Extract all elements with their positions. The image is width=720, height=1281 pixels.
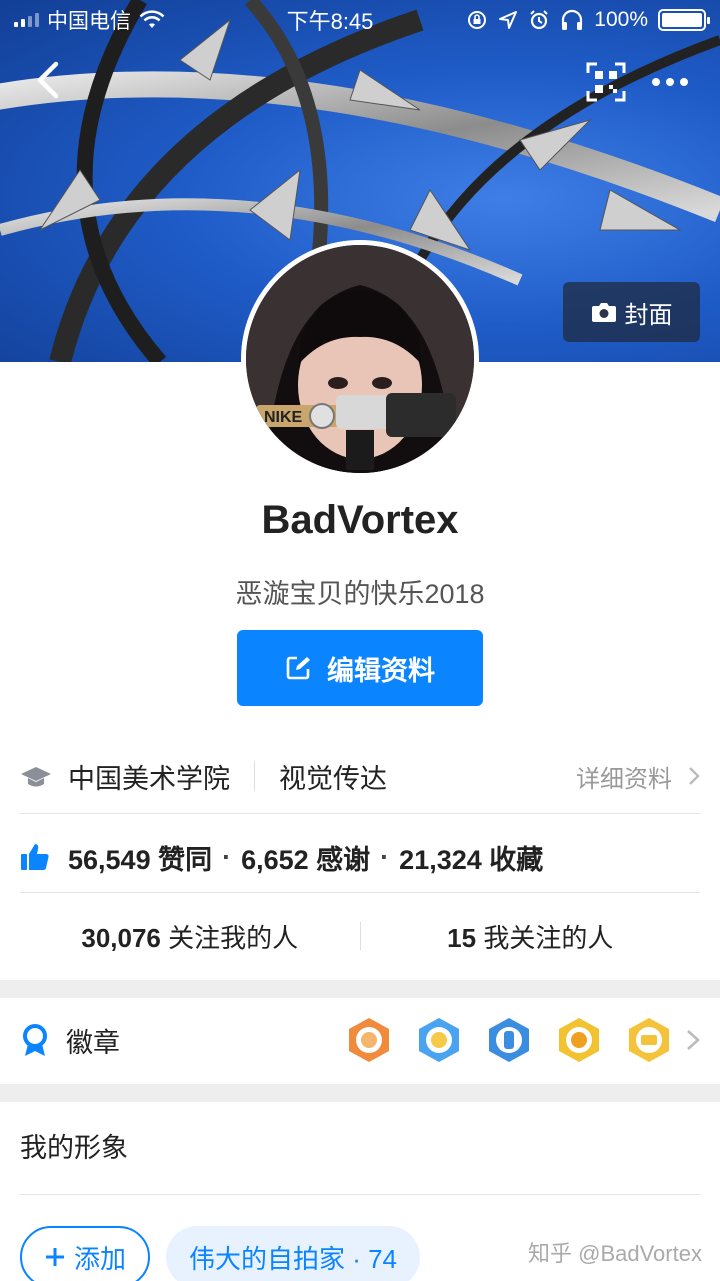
detail-link[interactable]: 详细资料 [576, 759, 700, 794]
section-gap [0, 1084, 720, 1102]
followers-link[interactable]: 30,076 关注我的人 [20, 918, 360, 955]
badge-icon[interactable] [346, 1017, 392, 1063]
avatar[interactable]: NIKE [241, 240, 479, 478]
graduation-cap-icon [21, 767, 51, 787]
badge-icon[interactable] [626, 1017, 672, 1063]
divider [20, 892, 700, 893]
edit-icon [286, 656, 310, 680]
change-cover-label: 封面 [624, 301, 673, 329]
carrier-label: 中国电信 [47, 10, 131, 33]
section-gap [0, 980, 720, 998]
divider [20, 1194, 700, 1195]
badge-icon[interactable] [556, 1017, 602, 1063]
follow-row: 30,076 关注我的人 15 我关注的人 [20, 898, 700, 974]
separator-dot: · [222, 841, 232, 872]
signal-icon [14, 13, 39, 27]
clock: 下午8:45 [286, 9, 374, 34]
followers-count: 30,076 [81, 922, 161, 953]
image-tag[interactable]: 伟大的自拍家 · 74 [166, 1226, 420, 1281]
svg-text:NIKE: NIKE [264, 409, 303, 426]
thanks-count: 6,652 感谢 [241, 844, 371, 875]
watermark: 知乎 @BadVortex [528, 1241, 702, 1266]
qr-scan-icon[interactable] [584, 60, 628, 104]
status-bar: 中国电信 下午8:45 100% [0, 0, 720, 40]
badges-row[interactable]: 徽章 [20, 998, 700, 1082]
headphones-icon [562, 9, 583, 30]
battery-icon [658, 9, 710, 31]
badge-icon[interactable] [486, 1017, 532, 1063]
wifi-icon [139, 10, 165, 28]
following-label: 我关注的人 [483, 922, 614, 953]
badges-label: 徽章 [66, 1027, 120, 1058]
back-icon[interactable] [28, 58, 72, 102]
education-row[interactable]: 中国美术学院 视觉传达 详细资料 [20, 740, 700, 812]
add-tag-label: 添加 [73, 1243, 126, 1274]
rotation-lock-icon [468, 11, 487, 29]
detail-label: 详细资料 [576, 765, 672, 793]
camera-icon [591, 303, 616, 322]
likes-count: 56,549 赞同 [68, 844, 213, 875]
stats-row: 56,549 赞同 · 6,652 感谢 · 21,324 收藏 [20, 822, 700, 892]
profile-name: BadVortex [261, 498, 459, 542]
major-name: 视觉传达 [279, 763, 387, 794]
more-menu-icon[interactable] [644, 60, 696, 104]
battery-percent: 100% [594, 8, 648, 31]
school-name: 中国美术学院 [68, 763, 230, 794]
edit-profile-button[interactable]: 编辑资料 [237, 630, 483, 706]
separator-dot: · [380, 841, 390, 872]
edit-profile-label: 编辑资料 [327, 655, 435, 686]
profile-bio: 恶漩宝贝的快乐2018 [235, 579, 485, 609]
divider [254, 761, 255, 791]
following-link[interactable]: 15 我关注的人 [361, 918, 701, 955]
badge-icon[interactable] [416, 1017, 462, 1063]
section-title: 我的形象 [20, 1133, 128, 1163]
plus-icon [45, 1248, 64, 1266]
divider [20, 813, 700, 814]
add-tag-button[interactable]: 添加 [20, 1226, 150, 1281]
alarm-icon [530, 10, 548, 30]
location-icon [499, 11, 518, 29]
thumbs-up-icon [21, 844, 49, 870]
chevron-right-icon [689, 767, 700, 785]
followers-label: 关注我的人 [168, 922, 299, 953]
chevron-right-icon [687, 1030, 700, 1050]
favorites-count: 21,324 收藏 [399, 844, 544, 875]
following-count: 15 [447, 922, 477, 953]
change-cover-button[interactable]: 封面 [563, 282, 700, 342]
badge-ribbon-icon [23, 1024, 47, 1056]
